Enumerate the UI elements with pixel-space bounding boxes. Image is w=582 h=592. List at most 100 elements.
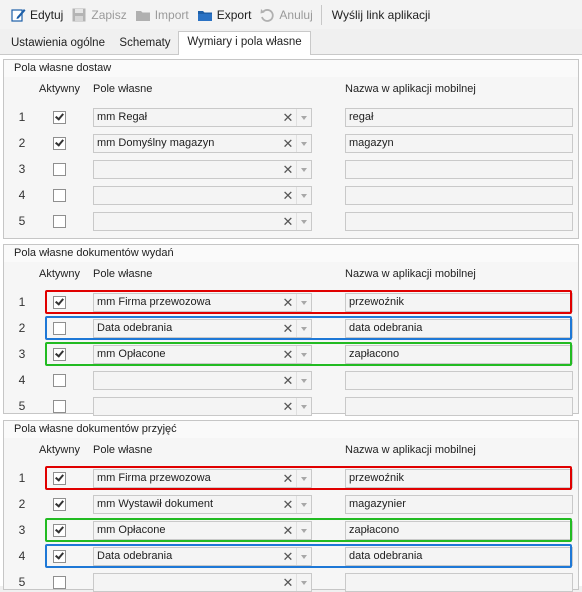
tab-general-settings[interactable]: Ustawienia ogólne [4, 33, 112, 55]
toolbar-separator [320, 4, 322, 25]
chevron-down-icon[interactable] [296, 522, 311, 539]
chevron-down-icon[interactable] [296, 213, 311, 230]
active-checkbox[interactable] [53, 137, 66, 150]
mobile-app-name-input[interactable]: przewoźnik [345, 293, 573, 312]
active-checkbox[interactable] [53, 498, 66, 511]
edit-button[interactable]: Edytuj [6, 4, 67, 26]
tab-dimensions-custom-fields[interactable]: Wymiary i pola własne [178, 31, 311, 56]
mobile-app-name-value: data odebrania [349, 550, 423, 562]
mobile-app-name-input[interactable] [345, 212, 573, 231]
chevron-down-icon[interactable] [296, 372, 311, 389]
chevron-down-icon[interactable] [296, 470, 311, 487]
chevron-down-icon[interactable] [296, 161, 311, 178]
custom-field-select[interactable]: mm Domyślny magazyn ✕ [93, 134, 312, 153]
clear-icon[interactable]: ✕ [281, 135, 295, 152]
column-header-custom-field: Pole własne [93, 268, 153, 280]
custom-field-select[interactable]: mm Firma przewozowa ✕ [93, 469, 312, 488]
import-label: Import [154, 7, 189, 22]
cancel-label: Anuluj [279, 7, 313, 22]
clear-icon[interactable]: ✕ [281, 161, 295, 178]
chevron-down-icon[interactable] [296, 574, 311, 591]
mobile-app-name-input[interactable]: przewoźnik [345, 469, 573, 488]
chevron-down-icon[interactable] [296, 346, 311, 363]
cancel-button[interactable]: Anuluj [255, 4, 316, 26]
row-number: 4 [18, 188, 26, 202]
active-checkbox[interactable] [53, 111, 66, 124]
chevron-down-icon[interactable] [296, 187, 311, 204]
custom-field-select[interactable]: Data odebrania ✕ [93, 319, 312, 338]
mobile-app-name-input[interactable]: magazyn [345, 134, 573, 153]
active-checkbox[interactable] [53, 163, 66, 176]
clear-icon[interactable]: ✕ [281, 470, 295, 487]
mobile-app-name-value: regał [349, 111, 374, 123]
chevron-down-icon[interactable] [296, 398, 311, 415]
custom-field-select[interactable]: Data odebrania ✕ [93, 547, 312, 566]
import-button[interactable]: Import [131, 4, 193, 26]
clear-icon[interactable]: ✕ [281, 548, 295, 565]
active-checkbox[interactable] [53, 472, 66, 485]
clear-icon[interactable]: ✕ [281, 346, 295, 363]
active-checkbox[interactable] [53, 374, 66, 387]
mobile-app-name-input[interactable]: regał [345, 108, 573, 127]
mobile-app-name-input[interactable]: zapłacono [345, 345, 573, 364]
mobile-app-name-input[interactable]: zapłacono [345, 521, 573, 540]
mobile-app-name-input[interactable] [345, 397, 573, 416]
custom-field-select[interactable]: mm Opłacone ✕ [93, 345, 312, 364]
tab-bar: Ustawienia ogólne Schematy Wymiary i pol… [0, 31, 582, 56]
clear-icon[interactable]: ✕ [281, 496, 295, 513]
clear-icon[interactable]: ✕ [281, 574, 295, 591]
active-checkbox[interactable] [53, 550, 66, 563]
active-checkbox[interactable] [53, 296, 66, 309]
custom-field-value: mm Firma przewozowa [97, 472, 211, 484]
active-checkbox[interactable] [53, 215, 66, 228]
custom-field-value: Data odebrania [97, 322, 173, 334]
clear-icon[interactable]: ✕ [281, 213, 295, 230]
custom-field-select[interactable]: mm Firma przewozowa ✕ [93, 293, 312, 312]
active-checkbox[interactable] [53, 576, 66, 589]
clear-icon[interactable]: ✕ [281, 522, 295, 539]
active-checkbox[interactable] [53, 524, 66, 537]
custom-field-select[interactable]: mm Opłacone ✕ [93, 521, 312, 540]
mobile-app-name-input[interactable] [345, 573, 573, 592]
checkmark-icon [55, 550, 64, 560]
checkmark-icon [55, 524, 64, 534]
custom-field-select[interactable]: ✕ [93, 371, 312, 390]
chevron-down-icon[interactable] [296, 135, 311, 152]
tab-schemes[interactable]: Schematy [112, 33, 178, 55]
custom-field-select[interactable]: ✕ [93, 186, 312, 205]
export-button[interactable]: Export [193, 4, 256, 26]
clear-icon[interactable]: ✕ [281, 372, 295, 389]
mobile-app-name-input[interactable] [345, 186, 573, 205]
clear-icon[interactable]: ✕ [281, 398, 295, 415]
chevron-down-icon[interactable] [296, 109, 311, 126]
mobile-app-name-input[interactable]: magazynier [345, 495, 573, 514]
chevron-down-icon[interactable] [296, 496, 311, 513]
clear-icon[interactable]: ✕ [281, 109, 295, 126]
chevron-down-icon[interactable] [296, 320, 311, 337]
mobile-app-name-input[interactable]: data odebrania [345, 547, 573, 566]
mobile-app-name-input[interactable] [345, 160, 573, 179]
mobile-app-name-input[interactable] [345, 371, 573, 390]
clear-icon[interactable]: ✕ [281, 320, 295, 337]
custom-field-select[interactable]: mm Wystawił dokument ✕ [93, 495, 312, 514]
save-button[interactable]: Zapisz [67, 4, 130, 26]
custom-field-select[interactable]: ✕ [93, 573, 312, 592]
active-checkbox[interactable] [53, 348, 66, 361]
row-number: 1 [18, 471, 26, 485]
clear-icon[interactable]: ✕ [281, 187, 295, 204]
custom-field-select[interactable]: mm Regał ✕ [93, 108, 312, 127]
clear-icon[interactable]: ✕ [281, 294, 295, 311]
send-app-link-button[interactable]: Wyślij link aplikacji [328, 4, 435, 26]
active-checkbox[interactable] [53, 322, 66, 335]
edit-icon [10, 7, 26, 23]
mobile-app-name-input[interactable]: data odebrania [345, 319, 573, 338]
custom-field-select[interactable]: ✕ [93, 160, 312, 179]
group-receipt-docs-custom-fields: Pola własne dokumentów przyjęć Aktywny Pol… [3, 420, 579, 592]
custom-field-select[interactable]: ✕ [93, 397, 312, 416]
chevron-down-icon[interactable] [296, 294, 311, 311]
column-header-mobile-app-name: Nazwa w aplikacji mobilnej [345, 83, 476, 95]
chevron-down-icon[interactable] [296, 548, 311, 565]
active-checkbox[interactable] [53, 400, 66, 413]
custom-field-select[interactable]: ✕ [93, 212, 312, 231]
active-checkbox[interactable] [53, 189, 66, 202]
